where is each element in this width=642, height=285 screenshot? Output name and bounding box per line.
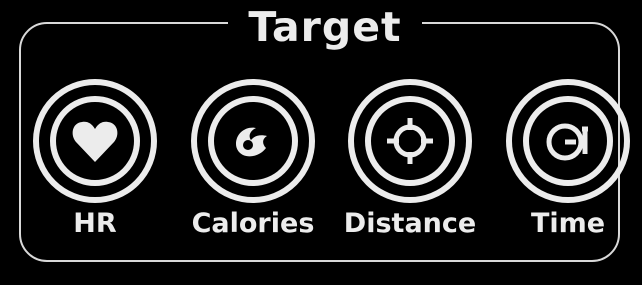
target-distance-button[interactable]: Distance — [335, 78, 485, 248]
target-hr-button[interactable]: HR — [20, 78, 170, 248]
crosshair-icon — [348, 79, 472, 203]
stopwatch-icon — [506, 79, 630, 203]
target-label: Calories — [191, 208, 315, 239]
target-label: HR — [73, 208, 117, 239]
target-time-button[interactable]: Time — [493, 78, 642, 248]
target-calories-button[interactable]: Calories — [178, 78, 328, 248]
target-label: Time — [530, 208, 606, 239]
flame-icon — [191, 79, 315, 203]
target-panel: Target HR Calories Distance Time — [0, 0, 642, 285]
heart-icon — [33, 79, 157, 203]
target-label: Distance — [343, 208, 477, 239]
panel-title: Target — [228, 0, 422, 54]
